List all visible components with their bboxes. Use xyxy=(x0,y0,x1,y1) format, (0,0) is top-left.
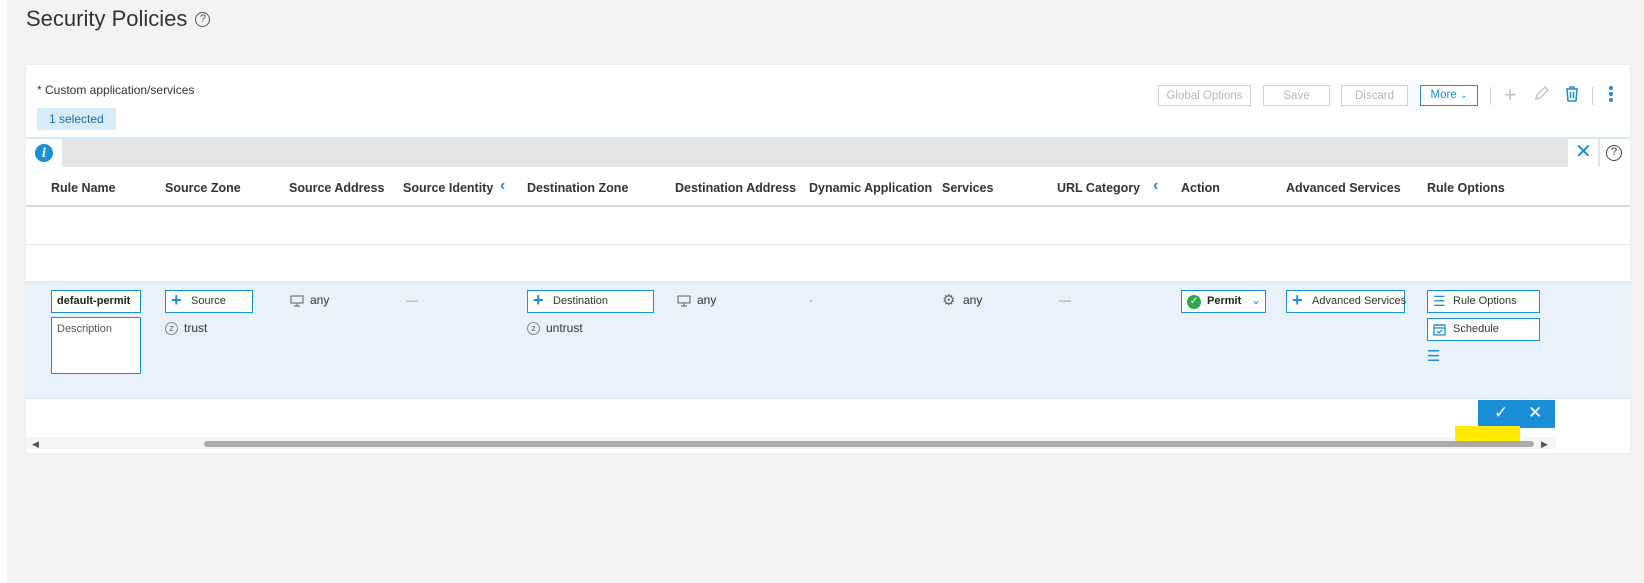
close-icon[interactable]: ✕ xyxy=(1528,403,1542,423)
col-advanced-services[interactable]: Advanced Services xyxy=(1286,181,1401,195)
col-rule-options[interactable]: Rule Options xyxy=(1427,181,1505,195)
dynamic-application-value: - xyxy=(809,293,813,307)
col-rule-name[interactable]: Rule Name xyxy=(51,181,116,195)
calendar-icon xyxy=(1433,324,1446,336)
table-header: Rule Name Source Zone Source Address Sou… xyxy=(26,169,1630,207)
check-icon[interactable]: ✓ xyxy=(1494,403,1508,423)
list-icon[interactable]: ☰ xyxy=(1427,349,1440,364)
collapse-left-icon[interactable]: ‹ xyxy=(1153,177,1158,195)
help-icon[interactable]: ? xyxy=(195,11,211,27)
add-source-zone-button[interactable]: + Source xyxy=(165,290,253,313)
services-value: any xyxy=(963,293,983,307)
zone-icon: z xyxy=(527,322,540,335)
more-dropdown[interactable]: More ⌄ xyxy=(1420,85,1478,106)
zone-icon: z xyxy=(165,322,178,335)
url-category-value: — xyxy=(1059,293,1071,307)
selected-count-badge: 1 selected xyxy=(37,108,116,130)
rule-options-button[interactable]: ☰ Rule Options xyxy=(1427,290,1540,313)
edit-icon[interactable] xyxy=(1532,85,1552,107)
advanced-services-label: Advanced Services xyxy=(1312,295,1407,307)
scroll-left-icon[interactable]: ◀ xyxy=(32,439,39,450)
highlight-marker xyxy=(1455,426,1520,441)
destination-zone-value: untrust xyxy=(546,321,583,335)
action-value: Permit xyxy=(1207,295,1242,307)
col-action[interactable]: Action xyxy=(1181,181,1220,195)
info-close-box: ✕ xyxy=(1568,139,1598,167)
plus-icon: + xyxy=(533,290,544,310)
table-row-editing: default-permit Description + Source z tr… xyxy=(26,281,1630,399)
add-advanced-services-button[interactable]: + Advanced Services xyxy=(1286,290,1407,313)
policies-panel: * Custom application/services 1 selected… xyxy=(26,65,1630,453)
list-icon: ☰ xyxy=(1433,293,1446,309)
col-destination-address[interactable]: Destination Address xyxy=(675,181,796,195)
left-strip xyxy=(0,0,7,583)
source-address-value: any xyxy=(310,293,330,307)
add-icon[interactable]: + xyxy=(1500,84,1520,107)
save-button[interactable]: Save xyxy=(1263,85,1330,106)
address-icon xyxy=(290,295,304,307)
info-icon-box: i xyxy=(26,139,62,167)
plus-icon: + xyxy=(171,290,182,310)
global-options-button[interactable]: Global Options xyxy=(1158,85,1251,106)
info-help-box: ? xyxy=(1600,139,1630,167)
rule-options-label: Rule Options xyxy=(1453,295,1517,307)
destination-button-label: Destination xyxy=(553,295,609,307)
row-confirm-bar: ✓ ✕ xyxy=(1478,400,1555,428)
info-bar: i ✕ ? xyxy=(26,137,1630,167)
col-destination-zone[interactable]: Destination Zone xyxy=(527,181,628,195)
schedule-button[interactable]: Schedule xyxy=(1427,318,1540,341)
destination-address-value: any xyxy=(697,293,717,307)
page-title: Security Policies ? xyxy=(26,6,211,32)
source-button-label: Source xyxy=(191,295,226,307)
source-identity-value: — xyxy=(406,293,418,307)
add-destination-zone-button[interactable]: + Destination xyxy=(527,290,654,313)
toolbar-divider xyxy=(1490,87,1491,105)
description-field[interactable]: Description xyxy=(51,317,141,374)
help-icon[interactable]: ? xyxy=(1606,145,1622,161)
toolbar-divider xyxy=(1592,87,1593,105)
scrollbar-thumb[interactable] xyxy=(204,441,1534,447)
rule-name-input[interactable]: default-permit xyxy=(51,290,141,313)
custom-app-note: * Custom application/services xyxy=(37,83,195,97)
col-services[interactable]: Services xyxy=(942,181,993,195)
kebab-menu-icon[interactable] xyxy=(1601,85,1621,107)
action-dropdown[interactable]: ✓ Permit ⌄ xyxy=(1181,290,1266,313)
horizontal-scrollbar[interactable]: ◀ ▶ xyxy=(26,437,1556,449)
info-icon[interactable]: i xyxy=(35,144,53,162)
plus-icon: + xyxy=(1292,290,1303,310)
col-url-category[interactable]: URL Category xyxy=(1057,181,1140,195)
check-circle-icon: ✓ xyxy=(1187,295,1201,309)
schedule-label: Schedule xyxy=(1453,323,1499,335)
col-source-address[interactable]: Source Address xyxy=(289,181,384,195)
col-source-zone[interactable]: Source Zone xyxy=(165,181,241,195)
address-icon xyxy=(677,295,691,307)
row-divider xyxy=(26,244,1630,245)
chevron-down-icon: ⌄ xyxy=(1459,90,1468,100)
source-zone-value: trust xyxy=(184,321,208,335)
discard-button[interactable]: Discard xyxy=(1341,85,1408,106)
toolbar: Global Options Save Discard More ⌄ + xyxy=(1150,84,1630,107)
more-label: More xyxy=(1430,89,1457,101)
close-icon[interactable]: ✕ xyxy=(1575,141,1592,163)
col-dynamic-application[interactable]: Dynamic Application xyxy=(809,181,932,195)
collapse-left-icon[interactable]: ‹ xyxy=(500,177,505,195)
trash-icon[interactable] xyxy=(1562,85,1582,107)
page-title-text: Security Policies xyxy=(26,6,188,31)
scroll-right-icon[interactable]: ▶ xyxy=(1541,439,1548,450)
col-source-identity[interactable]: Source Identity xyxy=(403,181,493,195)
gear-icon: ⚙ xyxy=(942,292,956,309)
chevron-down-icon: ⌄ xyxy=(1250,293,1261,307)
